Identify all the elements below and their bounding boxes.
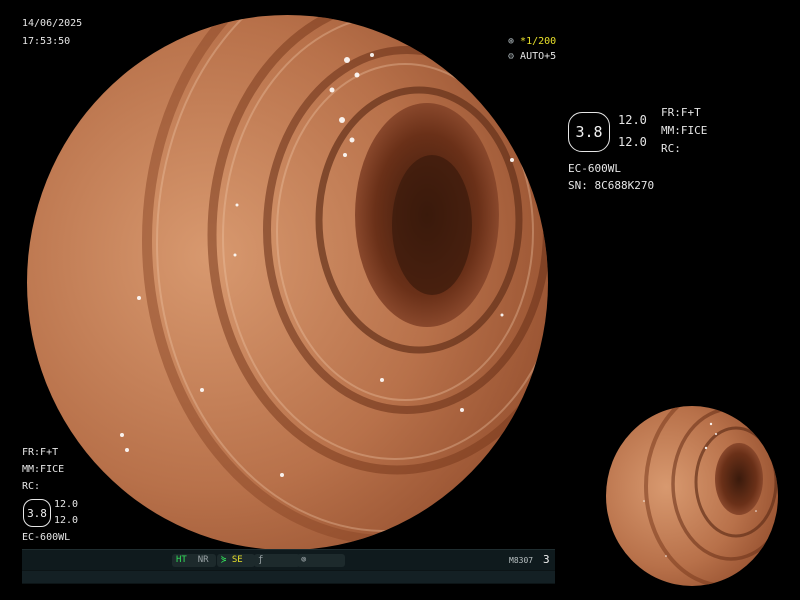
enhance-level-badge: 3.8 <box>568 112 610 152</box>
left-enhance-value-bottom: 12.0 <box>54 515 79 526</box>
time-label: 17:53:50 <box>22 36 71 47</box>
iris-icon: ⚙ <box>508 51 521 62</box>
frame-rate-label: FR:F+T <box>661 106 701 119</box>
thumbnail-endoscopy-image <box>606 406 778 586</box>
main-endoscopy-image <box>27 15 548 550</box>
scope-serial: SN: 8C688K270 <box>568 179 655 192</box>
status-bar-bottom-row <box>22 571 555 583</box>
rc-label: RC: <box>661 142 681 155</box>
date-label: 14/06/2025 <box>22 18 83 29</box>
status-bar-top-row: HT NR ⋟ SE ƒ ⊚ M8307 3 <box>22 550 555 570</box>
colon-lumen-view <box>27 15 548 550</box>
left-enhance-value-top: 12.0 <box>54 499 79 510</box>
image-count: 3 <box>543 553 550 566</box>
left-enhance-level-badge: 3.8 <box>23 499 51 527</box>
se-mode-icon: ⋟ <box>221 555 227 565</box>
left-frame-rate-label: FR:F+T <box>22 447 59 458</box>
enhance-value-bottom: 12.0 <box>618 135 647 149</box>
left-mode-label: MM:FICE <box>22 464 65 475</box>
thumbnail-lumen-view <box>606 406 778 586</box>
auto-indicator: ⚙ AUTO+5 <box>508 51 557 62</box>
mode-label: MM:FICE <box>661 124 708 137</box>
left-rc-label: RC: <box>22 481 41 492</box>
flash-icon: ƒ <box>258 555 264 565</box>
record-icon: ⊚ <box>301 555 307 565</box>
zoom-indicator: ⊛ *1/200 <box>508 36 557 47</box>
se-indicator: ⋟ SE <box>217 554 255 567</box>
device-code: M8307 <box>509 556 534 565</box>
scope-model: EC-600WL <box>568 162 621 175</box>
shutter-icon: ⊛ <box>508 36 521 47</box>
record-indicator: ⊚ <box>297 554 345 567</box>
left-scope-model: EC-600WL <box>22 532 71 543</box>
enhance-value-top: 12.0 <box>618 113 647 127</box>
status-bar: HT NR ⋟ SE ƒ ⊚ M8307 3 <box>22 549 555 584</box>
ht-nr-indicator: HT NR <box>172 554 216 567</box>
flash-indicator: ƒ <box>254 554 300 567</box>
